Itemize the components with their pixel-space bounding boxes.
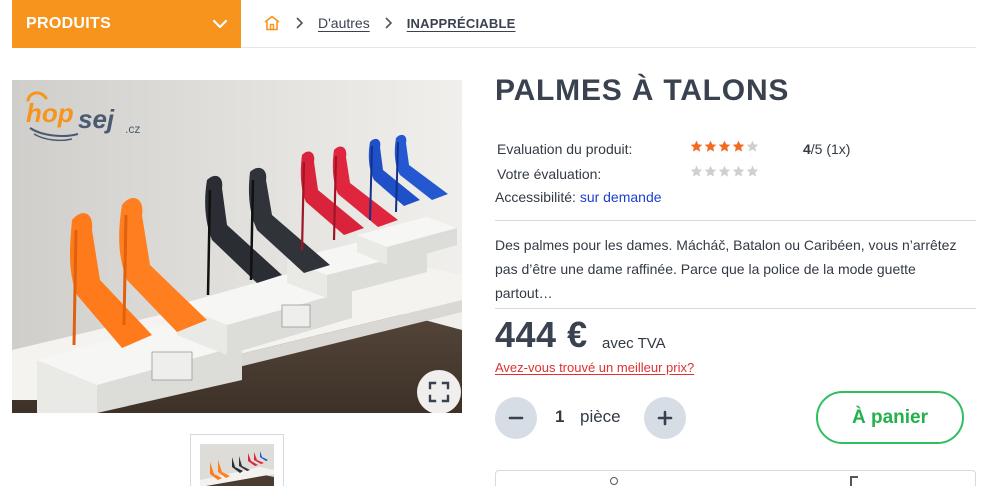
star-filled-icon	[718, 140, 731, 152]
star-empty-icon[interactable]	[732, 165, 745, 178]
add-to-cart-button[interactable]: À panier	[816, 391, 964, 444]
header-divider	[241, 47, 976, 48]
chevron-right-icon	[296, 17, 304, 29]
svg-text:.cz: .cz	[125, 122, 140, 136]
category-dropdown-label: PRODUITS	[26, 15, 112, 32]
svg-text:hop: hop	[26, 98, 74, 128]
zoom-button[interactable]	[417, 370, 461, 414]
quantity-decrease-button[interactable]	[495, 397, 537, 439]
search-icon[interactable]	[610, 477, 618, 485]
availability-row: Accessibilité: sur demande	[495, 189, 662, 205]
your-rating-stars[interactable]	[690, 165, 759, 178]
quantity-input[interactable]: 1	[555, 407, 564, 427]
star-empty-icon	[746, 140, 759, 152]
svg-text:sej: sej	[78, 104, 115, 134]
star-empty-icon[interactable]	[690, 165, 703, 178]
share-icon[interactable]	[850, 476, 858, 486]
product-rating-stars	[690, 140, 759, 153]
star-filled-icon	[704, 140, 717, 152]
fullscreen-icon	[428, 381, 450, 403]
star-empty-icon[interactable]	[718, 165, 731, 178]
product-main-image[interactable]: hop sej .cz	[12, 80, 462, 413]
chevron-right-icon	[385, 17, 392, 29]
breadcrumb: D'autres INAPPRÉCIABLE	[263, 12, 515, 34]
quantity-unit: pièce	[580, 407, 621, 426]
category-dropdown-button[interactable]: PRODUITS	[12, 0, 241, 48]
rating-score-suffix: /5 (1x)	[810, 141, 851, 157]
breadcrumb-current[interactable]: INAPPRÉCIABLE	[407, 16, 516, 31]
star-empty-icon[interactable]	[746, 165, 759, 178]
minus-icon	[508, 416, 524, 420]
chevron-down-icon	[212, 19, 228, 29]
divider	[495, 220, 976, 221]
home-icon[interactable]	[263, 14, 281, 32]
rating-label: Evaluation du produit:	[497, 141, 633, 157]
your-rating-label: Votre évaluation:	[497, 166, 602, 182]
availability-label: Accessibilité:	[495, 189, 576, 205]
breadcrumb-link-others[interactable]: D'autres	[318, 15, 370, 31]
star-empty-icon[interactable]	[704, 165, 717, 178]
star-filled-icon	[690, 140, 703, 152]
quantity-increase-button[interactable]	[644, 397, 686, 439]
product-thumbnail[interactable]	[190, 434, 284, 486]
vat-label: avec TVA	[602, 335, 666, 352]
better-price-link[interactable]: Avez-vous trouvé un meilleur prix?	[495, 360, 694, 375]
rating-score-value: 4	[803, 141, 811, 157]
product-price: 444 €	[495, 314, 588, 355]
product-description: Des palmes pour les dames. Mácháč, Batal…	[495, 237, 957, 301]
star-filled-icon	[732, 140, 745, 152]
product-actions-box	[495, 470, 976, 486]
availability-link[interactable]: sur demande	[580, 189, 662, 205]
plus-icon	[657, 410, 673, 426]
rating-score: 4/5 (1x)	[803, 141, 850, 157]
divider	[495, 308, 976, 309]
product-title: PALMES À TALONS	[495, 74, 790, 107]
